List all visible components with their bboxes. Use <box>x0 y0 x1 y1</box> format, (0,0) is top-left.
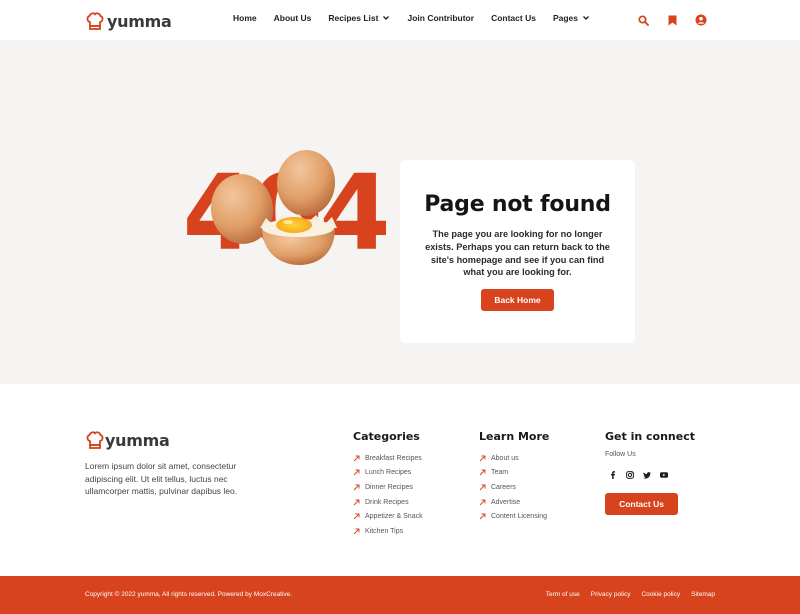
footer-description: Lorem ipsum dolor sit amet, consectetur … <box>85 461 238 496</box>
arrow-up-right-icon <box>479 499 486 505</box>
nav-recipes-list-label: Recipes List <box>328 13 379 23</box>
search-icon[interactable] <box>636 13 650 27</box>
header-actions <box>621 13 708 27</box>
footer-link[interactable]: Advertise <box>479 495 549 510</box>
arrow-up-right-icon <box>353 528 360 535</box>
chef-hat-icon <box>86 12 104 30</box>
arrow-up-right-icon <box>353 455 360 462</box>
contact-us-button[interactable]: Contact Us <box>605 493 678 515</box>
legal-links: Term of use Privacy policy Cookie policy… <box>535 591 715 598</box>
legal-link-privacy[interactable]: Privacy policy <box>591 591 631 598</box>
404-eggs-illustration: 404 <box>186 150 386 270</box>
nav-join-contributor[interactable]: Join Contributor <box>407 13 474 23</box>
back-home-button[interactable]: Back Home <box>481 289 554 312</box>
error-section: 404 Page not found The page you are look… <box>0 40 800 384</box>
footer-link-label: Drink Recipes <box>365 498 409 506</box>
chevron-down-icon <box>582 16 589 20</box>
footer-link-label: Content Licensing <box>491 513 548 521</box>
arrow-up-right-icon <box>353 499 360 505</box>
footer-connect-title: Get in connect <box>605 430 695 443</box>
nav-contact-us[interactable]: Contact Us <box>491 13 536 23</box>
twitter-icon[interactable] <box>642 470 652 480</box>
copyright-text: Copyright © 2022 yumma, All rights reser… <box>85 591 293 598</box>
arrow-up-right-icon <box>479 513 486 520</box>
footer-link[interactable]: About us <box>479 451 549 466</box>
arrow-up-right-icon <box>353 484 360 491</box>
nav-about-us-label: About Us <box>273 13 312 23</box>
legal-link-terms[interactable]: Term of use <box>546 591 580 598</box>
footer-categories: Categories Breakfast Recipes Lunch Recip… <box>353 430 423 539</box>
bookmark-icon[interactable] <box>665 13 679 27</box>
footer-link-label: Team <box>491 469 509 477</box>
nav-pages-label: Pages <box>552 13 578 23</box>
footer-link[interactable]: Careers <box>479 480 549 495</box>
youtube-icon[interactable] <box>659 470 669 480</box>
page-title: Page not found <box>424 192 611 217</box>
nav-recipes-list[interactable]: Recipes List <box>328 13 390 23</box>
nav-join-contributor-label: Join Contributor <box>407 13 475 23</box>
chevron-down-icon <box>383 16 390 20</box>
chef-hat-icon <box>86 431 104 449</box>
error-message: The page you are looking for no longer e… <box>425 229 610 278</box>
footer-link-label: Appetizer & Snack <box>365 513 423 521</box>
footer-link-label: Careers <box>491 483 516 491</box>
arrow-up-right-icon <box>479 484 486 491</box>
nav-about-us[interactable]: About Us <box>274 13 312 23</box>
footer-link[interactable]: Dinner Recipes <box>353 480 423 495</box>
nav-contact-us-label: Contact Us <box>491 13 536 23</box>
nav-home[interactable]: Home <box>233 13 257 23</box>
instagram-icon[interactable] <box>625 470 635 480</box>
footer-link[interactable]: Appetizer & Snack <box>353 509 423 524</box>
arrow-up-right-icon <box>353 469 360 476</box>
footer-link-label: Kitchen Tips <box>365 527 404 535</box>
footer-logo-text: yumma <box>105 430 170 450</box>
user-icon[interactable] <box>694 13 708 27</box>
logo-text: yumma <box>107 11 172 31</box>
legal-link-cookie[interactable]: Cookie policy <box>641 591 680 598</box>
legal-link-sitemap[interactable]: Sitemap <box>691 591 715 598</box>
footer-link-label: Advertise <box>491 498 521 506</box>
footer-link[interactable]: Drink Recipes <box>353 495 423 510</box>
follow-us-label: Follow Us <box>605 451 636 458</box>
site-header: yumma Home About Us Recipes List Join Co… <box>0 0 800 40</box>
footer-link-label: Dinner Recipes <box>365 483 413 491</box>
logo[interactable]: yumma <box>85 10 172 32</box>
facebook-icon[interactable] <box>608 470 618 480</box>
footer-link-label: Breakfast Recipes <box>365 454 422 462</box>
footer-link[interactable]: Breakfast Recipes <box>353 451 423 466</box>
footer-link[interactable]: Content Licensing <box>479 509 549 524</box>
main-nav: Home About Us Recipes List Join Contribu… <box>233 13 607 23</box>
error-card: Page not found The page you are looking … <box>400 160 635 343</box>
arrow-up-right-icon <box>479 469 486 476</box>
footer-connect: Get in connect Follow Us Contact Us <box>605 430 695 515</box>
arrow-up-right-icon <box>479 455 486 462</box>
footer-bar: Copyright © 2022 yumma, All rights reser… <box>0 576 800 614</box>
footer-logo[interactable]: yumma <box>85 430 170 450</box>
footer-learn-more: Learn More About us Team Careers Adverti… <box>479 430 549 524</box>
social-links <box>608 470 695 480</box>
footer-learn-more-title: Learn More <box>479 430 550 443</box>
footer-link[interactable]: Team <box>479 466 549 481</box>
nav-home-label: Home <box>233 13 257 23</box>
footer-link[interactable]: Lunch Recipes <box>353 466 423 481</box>
footer-link-label: About us <box>491 454 519 462</box>
footer: yumma Lorem ipsum dolor sit amet, consec… <box>0 384 800 576</box>
arrow-up-right-icon <box>353 513 360 520</box>
nav-pages[interactable]: Pages <box>553 13 590 23</box>
footer-categories-title: Categories <box>353 430 420 443</box>
footer-link[interactable]: Kitchen Tips <box>353 524 423 539</box>
footer-link-label: Lunch Recipes <box>365 469 412 477</box>
